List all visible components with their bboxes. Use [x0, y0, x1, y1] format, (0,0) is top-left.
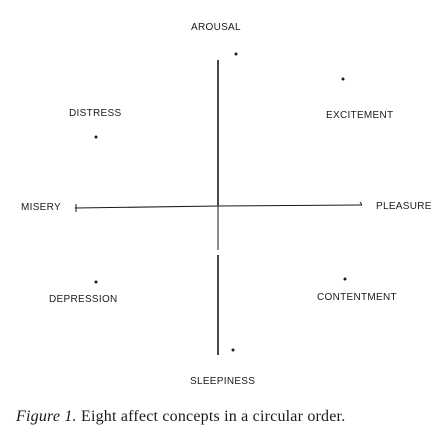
misery-label: MISERY — [21, 202, 61, 213]
sleepiness-label: SLEEPINESS — [190, 376, 256, 387]
horizontal-axis-right — [217, 204, 363, 207]
depression-dot — [94, 280, 98, 284]
pleasure-label: PLEASURE — [376, 201, 432, 212]
excitement-label: EXCITEMENT — [326, 110, 394, 121]
arousal-dot — [234, 52, 238, 56]
distress-label: DISTRESS — [69, 108, 122, 119]
distress-dot — [94, 135, 98, 139]
arousal-label: AROUSAL — [191, 22, 241, 33]
excitement-dot — [341, 77, 345, 81]
depression-label: DEPRESSION — [49, 294, 118, 305]
horizontal-axis-left — [74, 205, 219, 209]
figure-number: Figure 1. — [16, 408, 77, 425]
figure-caption: Figure 1. Eight affect concepts in a cir… — [16, 408, 345, 426]
sleepiness-dot — [231, 348, 235, 352]
contentment-label: CONTENTMENT — [317, 292, 397, 303]
affect-circumplex-diagram — [74, 52, 363, 355]
caption-text: Eight affect concepts in a circular orde… — [80, 408, 346, 425]
contentment-dot — [343, 277, 347, 281]
